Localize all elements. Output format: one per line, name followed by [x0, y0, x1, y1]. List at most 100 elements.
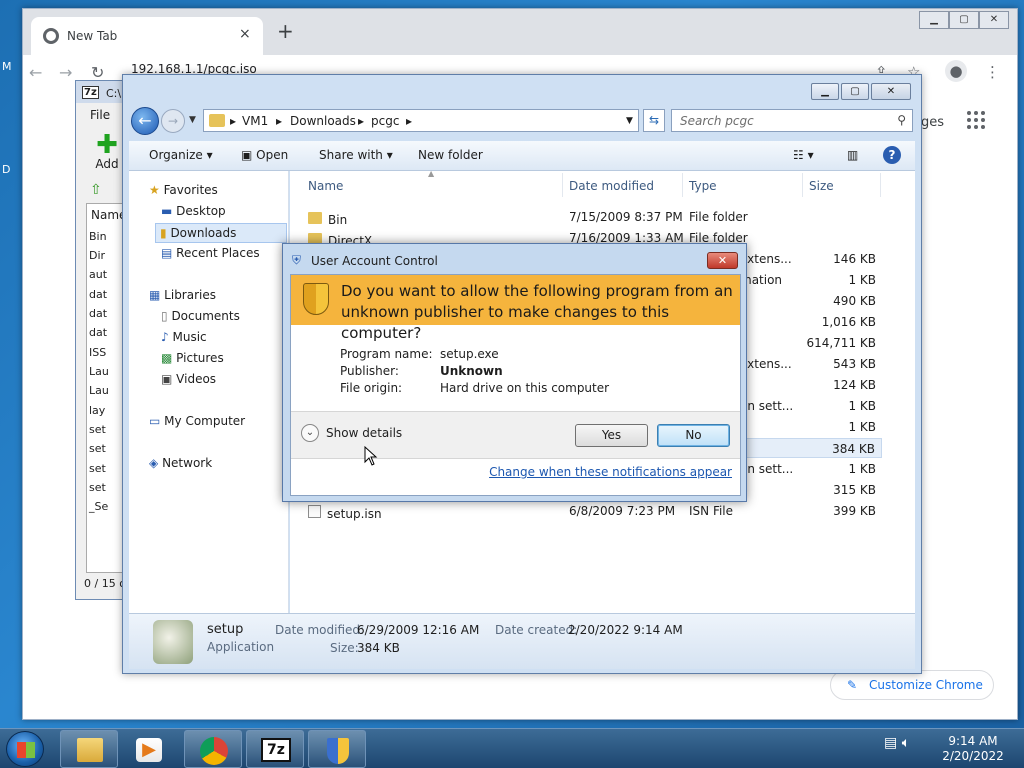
list-item[interactable]: dat — [89, 326, 107, 339]
add-plus-icon: ✚ — [96, 130, 118, 160]
system-clock[interactable]: 9:14 AM 2/20/2022 — [940, 734, 1006, 764]
explorer-maximize-button[interactable]: ▢ — [841, 83, 869, 100]
list-item[interactable]: Lau — [89, 384, 109, 397]
chrome-link-text[interactable]: ges — [921, 115, 944, 130]
list-item[interactable]: ISS — [89, 346, 106, 359]
downloads-folder-icon: ▮ — [160, 226, 167, 240]
explorer-close-button[interactable]: ✕ — [871, 83, 911, 100]
profile-avatar-icon[interactable]: ● — [945, 60, 967, 82]
column-date-header[interactable]: Date modified — [569, 179, 654, 193]
7zip-logo-icon: 7z — [82, 86, 99, 99]
column-type-header[interactable]: Type — [689, 179, 717, 193]
list-item[interactable]: set — [89, 442, 106, 455]
column-name-header[interactable]: Name — [308, 179, 343, 193]
list-item[interactable]: set — [89, 462, 106, 475]
breadcrumb-vm1[interactable]: VM1 — [242, 114, 268, 128]
7zip-status: 0 / 15 o — [84, 577, 126, 590]
back-arrow-icon[interactable]: ← — [29, 63, 42, 82]
breadcrumb-downloads[interactable]: Downloads — [290, 114, 356, 128]
uac-question: Do you want to allow the following progr… — [341, 282, 733, 342]
address-breadcrumb[interactable]: ▸ VM1 ▸ Downloads ▸ pcgc ▸ ▼ — [203, 109, 639, 132]
documents-icon: ▯ — [161, 309, 168, 323]
nav-recent-places[interactable]: ▤ Recent Places — [161, 246, 260, 260]
explorer-minimize-button[interactable]: ▁ — [811, 83, 839, 100]
list-item[interactable]: _Se — [89, 500, 108, 513]
organize-button[interactable]: Organize ▾ — [149, 148, 213, 162]
share-with-button[interactable]: Share with ▾ — [319, 148, 393, 162]
list-item[interactable]: Dir — [89, 249, 105, 262]
apps-grid-icon[interactable] — [967, 111, 987, 131]
chrome-tab-new-tab[interactable]: New Tab × — [31, 17, 263, 55]
nav-my-computer[interactable]: ▭ My Computer — [149, 414, 245, 428]
folder-icon — [308, 211, 322, 224]
taskbar-explorer[interactable] — [60, 730, 118, 768]
nav-downloads[interactable]: ▮ Downloads — [155, 223, 287, 243]
start-button[interactable] — [6, 731, 44, 767]
list-item[interactable]: set — [89, 481, 106, 494]
chevron-down-icon[interactable]: ⌄ — [301, 424, 319, 442]
list-item[interactable]: Bin — [89, 230, 107, 243]
taskbar-chrome[interactable] — [184, 730, 242, 768]
breadcrumb-pcgc[interactable]: pcgc — [371, 114, 399, 128]
pictures-icon: ▩ — [161, 351, 173, 365]
close-button[interactable]: ✕ — [979, 11, 1009, 29]
7zip-icon: 7z — [261, 738, 291, 762]
menu-file[interactable]: File — [90, 108, 110, 122]
clock-date: 2/20/2022 — [942, 749, 1004, 763]
search-input[interactable]: Search pcgc ⚲ — [671, 109, 913, 132]
tab-close-icon[interactable]: × — [239, 26, 251, 42]
nav-favorites[interactable]: ★ Favorites — [149, 183, 218, 197]
taskbar-media-player[interactable]: ▶ — [121, 730, 179, 768]
nav-music[interactable]: ♪ Music — [161, 330, 207, 344]
libraries-icon: ▦ — [149, 288, 161, 302]
uac-close-button[interactable]: ✕ — [707, 252, 738, 269]
details-created-label: Date created: — [495, 623, 578, 637]
change-notifications-link[interactable]: Change when these notifications appear — [489, 465, 732, 479]
forward-arrow-icon[interactable]: → — [59, 63, 72, 82]
taskbar-7zip[interactable]: 7z — [246, 730, 304, 768]
file-row[interactable]: Bin 7/15/2009 8:37 PM File folder — [302, 207, 882, 227]
menu-kebab-icon[interactable]: ⋮ — [985, 63, 1000, 81]
column-size-header[interactable]: Size — [809, 179, 834, 193]
open-button[interactable]: ▣ Open — [241, 148, 288, 162]
taskbar-uac[interactable] — [308, 730, 366, 768]
nav-videos[interactable]: ▣ Videos — [161, 372, 216, 386]
forward-button[interactable]: → — [161, 109, 185, 133]
network-tray-icon[interactable]: ▤ — [884, 735, 897, 751]
show-details-link[interactable]: Show details — [326, 426, 402, 440]
chrome-window-controls: ▁ ▢ ✕ — [919, 11, 1009, 29]
list-item[interactable]: dat — [89, 307, 107, 320]
list-item[interactable]: lay — [89, 404, 105, 417]
address-dropdown-icon[interactable]: ▼ — [626, 116, 633, 126]
recent-pages-chevron-icon[interactable]: ▼ — [189, 115, 196, 125]
list-item[interactable]: set — [89, 423, 106, 436]
refresh-button[interactable]: ⇆ — [643, 109, 665, 132]
view-options-icon[interactable]: ☷ ▾ — [793, 148, 814, 162]
list-item[interactable]: Lau — [89, 365, 109, 378]
nav-desktop[interactable]: ▬ Desktop — [161, 204, 226, 218]
minimize-button[interactable]: ▁ — [919, 11, 949, 29]
back-button[interactable]: ← — [131, 107, 159, 135]
add-button[interactable]: ✚ Add — [92, 130, 122, 171]
details-pane: setup Application Date modified: 6/29/20… — [129, 613, 915, 669]
customize-chrome-button[interactable]: ✎ Customize Chrome — [830, 670, 994, 700]
list-item[interactable]: dat — [89, 288, 107, 301]
new-folder-button[interactable]: New folder — [418, 148, 483, 162]
nav-documents[interactable]: ▯ Documents — [161, 309, 240, 323]
details-size-value: 384 KB — [357, 641, 400, 655]
list-item[interactable]: aut — [89, 268, 107, 281]
preview-pane-icon[interactable]: ▥ — [847, 148, 858, 162]
no-button[interactable]: No — [657, 424, 730, 447]
uac-warning-banner: Do you want to allow the following progr… — [291, 275, 740, 342]
help-icon[interactable]: ? — [883, 146, 901, 164]
up-folder-icon[interactable]: ⇧ — [90, 182, 102, 198]
nav-network[interactable]: ◈ Network — [149, 456, 212, 470]
file-row[interactable]: setup.isn 6/8/2009 7:23 PM ISN File 399 KB — [302, 501, 882, 521]
program-name-label: Program name: — [340, 347, 433, 361]
volume-icon[interactable]: 🔈︎ — [902, 735, 910, 751]
nav-libraries[interactable]: ▦ Libraries — [149, 288, 216, 302]
new-tab-button[interactable]: + — [277, 21, 294, 41]
nav-pictures[interactable]: ▩ Pictures — [161, 351, 224, 365]
maximize-button[interactable]: ▢ — [949, 11, 979, 29]
yes-button[interactable]: Yes — [575, 424, 648, 447]
